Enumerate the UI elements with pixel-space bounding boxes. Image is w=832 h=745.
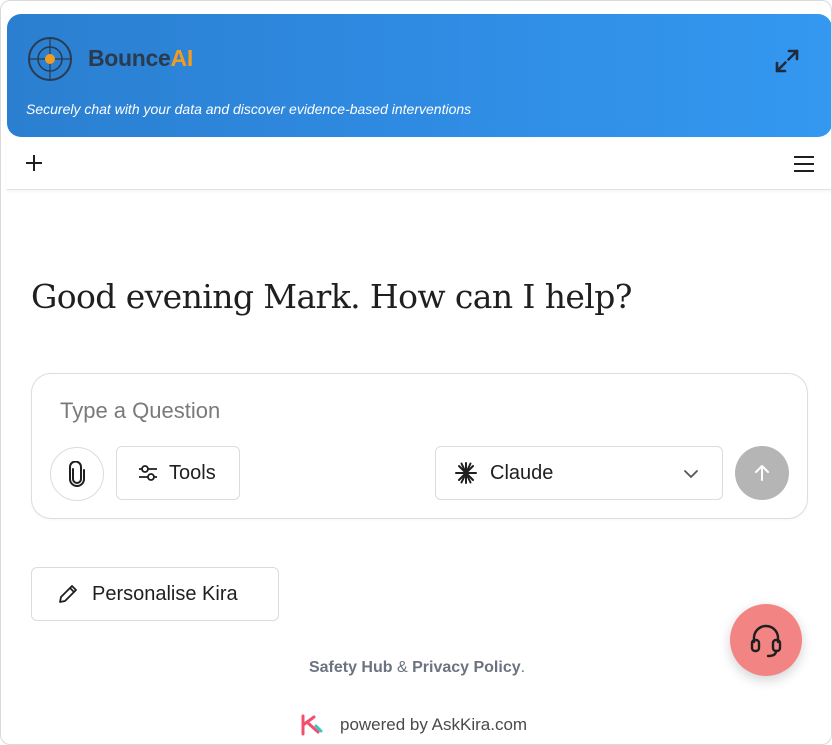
model-label: Claude <box>490 461 554 484</box>
brand-name: BounceAI <box>88 45 193 71</box>
model-select[interactable]: Claude <box>435 446 723 500</box>
tools-button[interactable]: Tools <box>116 446 240 500</box>
period: . <box>520 659 526 676</box>
tagline: Securely chat with your data and discove… <box>26 101 472 117</box>
safety-hub-link[interactable]: Safety Hub <box>309 659 393 676</box>
personalise-kira-button[interactable]: Personalise Kira <box>31 567 279 621</box>
claude-starburst-icon <box>455 462 477 484</box>
arrow-up-icon <box>755 465 769 481</box>
expand-icon <box>775 49 799 73</box>
powered-by[interactable]: powered by AskKira.com <box>300 713 527 737</box>
paperclip-icon <box>69 461 85 487</box>
target-logo-icon <box>28 37 72 81</box>
personalise-label: Personalise Kira <box>92 582 238 605</box>
sliders-icon <box>139 465 157 481</box>
question-input[interactable] <box>60 396 760 426</box>
support-chat-button[interactable] <box>730 604 802 676</box>
ampersand: & <box>396 659 408 676</box>
pencil-icon <box>59 585 77 603</box>
header-banner: BounceAI Securely chat with your data an… <box>7 14 831 137</box>
headset-icon <box>750 624 782 658</box>
expand-button[interactable] <box>771 45 803 77</box>
chevron-down-icon <box>684 470 698 478</box>
plus-icon <box>26 155 42 171</box>
menu-button[interactable] <box>792 154 816 174</box>
footer-links: Safety Hub & Privacy Policy. <box>1 659 831 677</box>
greeting-heading: Good evening Mark. How can I help? <box>31 277 632 316</box>
toolbar <box>7 138 831 190</box>
hamburger-menu-icon <box>794 156 814 172</box>
send-button[interactable] <box>735 446 789 500</box>
powered-by-text: powered by AskKira.com <box>340 715 528 734</box>
askkira-logo-icon <box>301 714 323 736</box>
attach-button[interactable] <box>50 447 104 501</box>
chat-widget-window: BounceAI Securely chat with your data an… <box>0 0 832 745</box>
tools-label: Tools <box>169 461 216 484</box>
privacy-policy-link[interactable]: Privacy Policy <box>412 659 521 676</box>
new-chat-button[interactable] <box>23 152 45 174</box>
question-composer: Tools Claude <box>31 373 808 519</box>
